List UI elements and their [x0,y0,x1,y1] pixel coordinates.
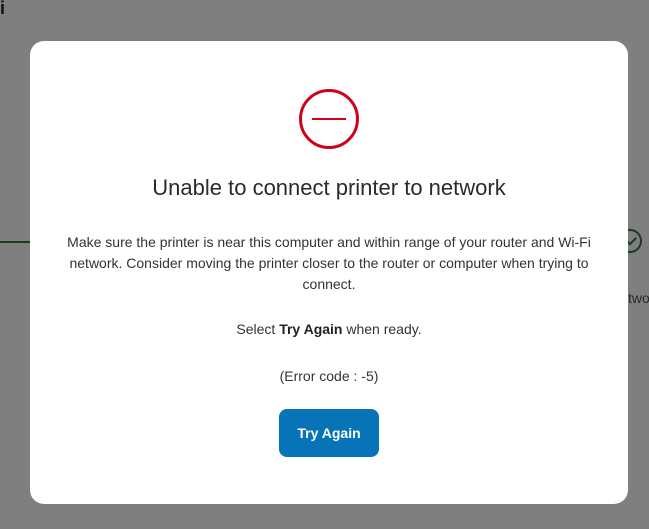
instruction-suffix: when ready. [346,321,422,337]
dialog-title: Unable to connect printer to network [152,175,506,200]
try-again-button[interactable]: Try Again [279,409,379,457]
dialog-instruction: Select Try Again when ready. [30,321,628,337]
error-minus-circle-icon [299,89,359,149]
dialog-message: Make sure the printer is near this compu… [67,234,591,292]
error-code: (Error code : -5) [279,368,379,384]
instruction-emphasis: Try Again [279,321,343,337]
error-dialog: Unable to connect printer to network Mak… [30,41,628,504]
instruction-prefix: Select [236,321,276,337]
